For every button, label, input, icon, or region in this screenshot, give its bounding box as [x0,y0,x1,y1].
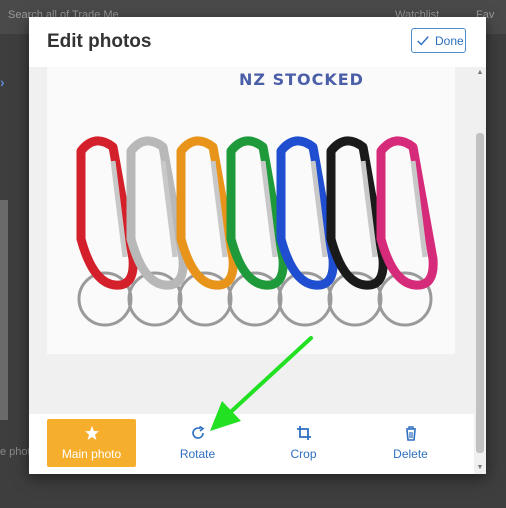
main-photo-button[interactable]: Main photo [47,419,136,467]
carabiner-1 [76,136,138,327]
delete-label: Delete [393,447,428,461]
background-text-fragment: e phot [0,446,31,458]
rotate-icon [191,425,204,439]
delete-button[interactable]: Delete [366,419,455,467]
photo-preview-area: NZ STOCKED [29,67,474,414]
background-chevron-icon: › [0,74,5,90]
carabiner-photo: NZ STOCKED [47,67,455,354]
rotate-button[interactable]: Rotate [153,419,242,467]
carabiner-4 [226,136,288,327]
carabiner-illustration [76,136,438,327]
crop-button[interactable]: Crop [259,419,348,467]
dialog-header: Edit photos Done [29,17,486,67]
carabiner-5 [276,136,338,327]
carabiner-7 [376,136,438,327]
scroll-down-arrow-icon[interactable]: ▼ [476,464,484,472]
scroll-up-arrow-icon[interactable]: ▲ [476,69,484,77]
rotate-label: Rotate [179,447,216,461]
carabiner-6 [326,136,388,327]
main-photo-label: Main photo [61,447,122,461]
dialog-scrollbar[interactable]: ▲ ▼ [474,67,486,474]
checkmark-icon [417,35,429,46]
carabiner-2 [126,136,188,327]
carabiner-3 [176,136,238,327]
done-button[interactable]: Done [411,28,466,53]
background-card [0,200,8,420]
star-icon [84,426,99,440]
dialog-title: Edit photos [47,31,152,52]
crop-label: Crop [290,447,317,461]
edit-photos-dialog: Edit photos Done NZ STOCKED ▲ ▼ Main pho… [29,17,486,474]
done-label: Done [435,33,464,48]
crop-icon [296,426,311,440]
trash-icon [405,426,416,441]
scroll-thumb[interactable] [476,133,484,453]
photo-edit-toolbar: Main photo Rotate Crop Delete [29,414,474,474]
